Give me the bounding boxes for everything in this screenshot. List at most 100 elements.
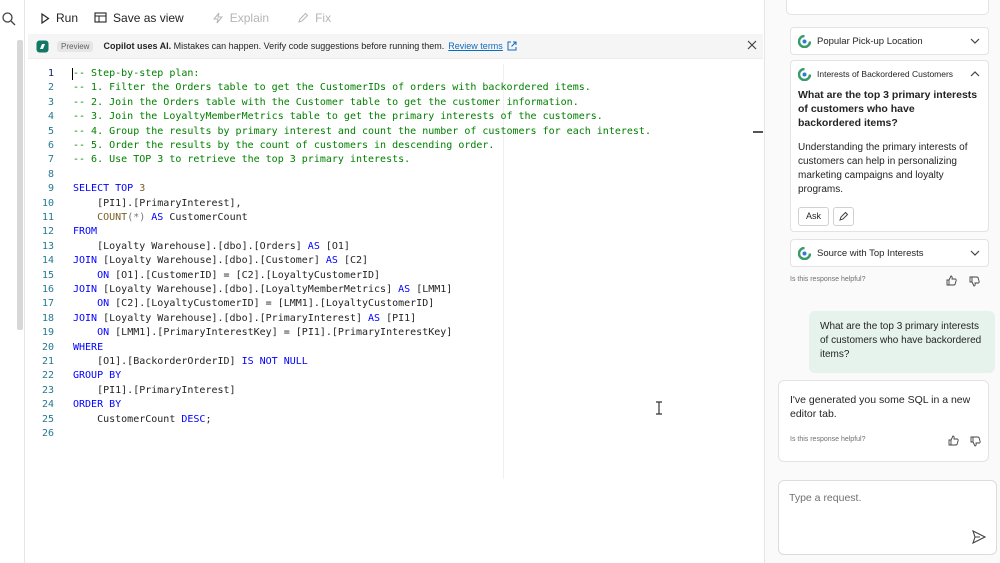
code-token: ON: [73, 298, 116, 310]
code-text: CustomerCount DESC;: [73, 413, 211, 427]
suggested-question: What are the top 3 primary interests of …: [798, 89, 978, 129]
line-number: 10: [41, 197, 54, 209]
line-number: 12: [41, 226, 54, 238]
code-token: [LMM1].[PrimaryInterestKey] = [PI1].[Pri…: [115, 327, 453, 339]
request-input[interactable]: Type a request.: [778, 480, 997, 555]
explain-button[interactable]: Explain: [204, 0, 277, 36]
code-token: JOIN: [73, 312, 104, 324]
code-text: JOIN [Loyalty Warehouse].[dbo].[LoyaltyM…: [73, 283, 452, 297]
sql-editor[interactable]: 1 -- Step-by-step plan: 2 -- 1. Filter the …: [28, 64, 763, 563]
suggestion-title: Source with Top Interests: [817, 247, 924, 259]
code-token: AS: [362, 312, 387, 324]
code-token: IS NOT NULL: [235, 356, 308, 367]
line-number: 6: [47, 140, 54, 151]
save-view-icon: [94, 12, 107, 23]
suggestion-interests-header[interactable]: Interests of Backordered Customers: [791, 61, 988, 87]
copilot-pane: Popular Pick-up Location Interests of Ba…: [764, 0, 1000, 563]
code-text: JOIN [Loyalty Warehouse].[dbo].[PrimaryI…: [73, 312, 416, 326]
copilot-icon: [798, 246, 811, 260]
code-text: -- 5. Order the results by the count of …: [73, 139, 494, 153]
code-text: COUNT(*) AS CustomerCount: [73, 211, 248, 225]
line-number: 9: [47, 183, 54, 195]
search-icon[interactable]: [1, 11, 17, 27]
run-button[interactable]: Run: [32, 0, 86, 36]
line-number: 22: [41, 370, 54, 382]
copilot-icon: [798, 34, 811, 48]
explain-label: Explain: [229, 11, 270, 25]
code-text: -- 3. Join the LoyaltyMemberMetrics tabl…: [73, 110, 603, 124]
code-token: [PI1]: [386, 312, 417, 324]
review-terms-link[interactable]: Review terms: [448, 41, 503, 51]
code-token: [C2]: [343, 255, 369, 267]
thumbs-up-icon[interactable]: [948, 435, 959, 446]
thumbs-up-icon[interactable]: [946, 275, 957, 286]
edit-button[interactable]: [833, 207, 854, 226]
code-token: -- 3. Join the LoyaltyMemberMetrics tabl…: [73, 111, 603, 123]
preview-badge: Preview: [57, 40, 94, 52]
code-text: FROM: [73, 225, 97, 239]
code-text: -- Step-by-step plan:: [73, 67, 199, 81]
line-number: 1: [47, 68, 54, 79]
save-as-view-button[interactable]: Save as view: [86, 0, 192, 36]
code-text: [PI1].[PrimaryInterest],: [73, 197, 242, 211]
ask-button[interactable]: Ask: [798, 207, 829, 226]
line-number: 25: [41, 413, 54, 425]
line-number: 26: [41, 428, 54, 439]
code-token: -- 1. Filter the Orders table to get the…: [73, 82, 591, 94]
line-number: 5: [47, 125, 54, 137]
vertical-scrollbar[interactable]: [17, 40, 23, 330]
previous-suggestion-card[interactable]: [786, 0, 989, 15]
code-token: AS: [392, 284, 417, 295]
line-number: 3: [47, 96, 54, 108]
code-text: ON [C2].[LoyaltyCustomerID] = [LMM1].[Lo…: [73, 297, 434, 311]
close-icon[interactable]: [746, 39, 758, 51]
pen-icon: [298, 12, 309, 23]
code-text: GROUP BY: [73, 369, 121, 383]
line-number: 14: [41, 255, 54, 267]
minimap-marker: [753, 131, 763, 133]
code-token: SELECT TOP: [73, 183, 140, 195]
fix-button[interactable]: Fix: [289, 0, 339, 36]
suggestion-title: Interests of Backordered Customers: [817, 69, 954, 79]
user-message-text: What are the top 3 primary interests of …: [820, 321, 982, 360]
pencil-icon: [839, 211, 849, 221]
fix-label: Fix: [315, 11, 332, 25]
code-token: [O1].[BackorderOrderID]: [73, 356, 236, 367]
thumbs-down-icon[interactable]: [970, 436, 981, 447]
code-text: -- 4. Group the results by primary inter…: [73, 125, 651, 139]
code-token: 3: [139, 183, 146, 195]
code-token: [Loyalty Warehouse].[dbo].[PrimaryIntere…: [103, 312, 362, 324]
copilot-banner: Preview Copilot uses AI. Mistakes can ha…: [28, 34, 763, 59]
code-token: [PI1].[PrimaryInterest]: [73, 384, 236, 396]
copilot-icon: [798, 67, 811, 81]
query-toolbar: Run Save as view Explain Fix: [24, 0, 763, 36]
code-token: DESC: [181, 413, 206, 425]
banner-text: Mistakes can happen. Verify code suggest…: [171, 41, 445, 51]
line-number: 2: [47, 82, 54, 94]
helpful-prompt: Is this response helpful?: [790, 276, 866, 283]
send-icon[interactable]: [972, 530, 986, 544]
code-token: -- Step-by-step plan:: [73, 68, 200, 79]
chevron-up-icon: [970, 71, 980, 77]
code-text: [O1].[BackorderOrderID] IS NOT NULL: [73, 355, 308, 369]
code-token: FROM: [73, 226, 98, 238]
line-number: 13: [41, 240, 54, 252]
thumbs-down-icon[interactable]: [969, 276, 980, 287]
code-text: -- 1. Filter the Orders table to get the…: [73, 81, 591, 95]
code-text: [PI1].[PrimaryInterest]: [73, 384, 236, 398]
left-rail: [0, 0, 25, 563]
external-link-icon[interactable]: [507, 41, 517, 51]
code-token: COUNT: [97, 212, 128, 223]
code-token: -- 2. Join the Orders table with the Cus…: [73, 96, 579, 108]
suggestion-popular-pickup[interactable]: Popular Pick-up Location: [790, 27, 989, 55]
line-number: 23: [41, 384, 54, 396]
text-caret: [72, 68, 73, 80]
user-message: What are the top 3 primary interests of …: [809, 311, 995, 373]
code-token: [PI1].[PrimaryInterest],: [73, 197, 242, 209]
explain-icon: [212, 12, 223, 24]
suggestion-source-top-interests[interactable]: Source with Top Interests: [790, 239, 989, 267]
code-token: (*): [127, 212, 146, 223]
code-token: CustomerCount: [73, 413, 182, 425]
helpful-prompt: Is this response helpful?: [790, 436, 866, 443]
